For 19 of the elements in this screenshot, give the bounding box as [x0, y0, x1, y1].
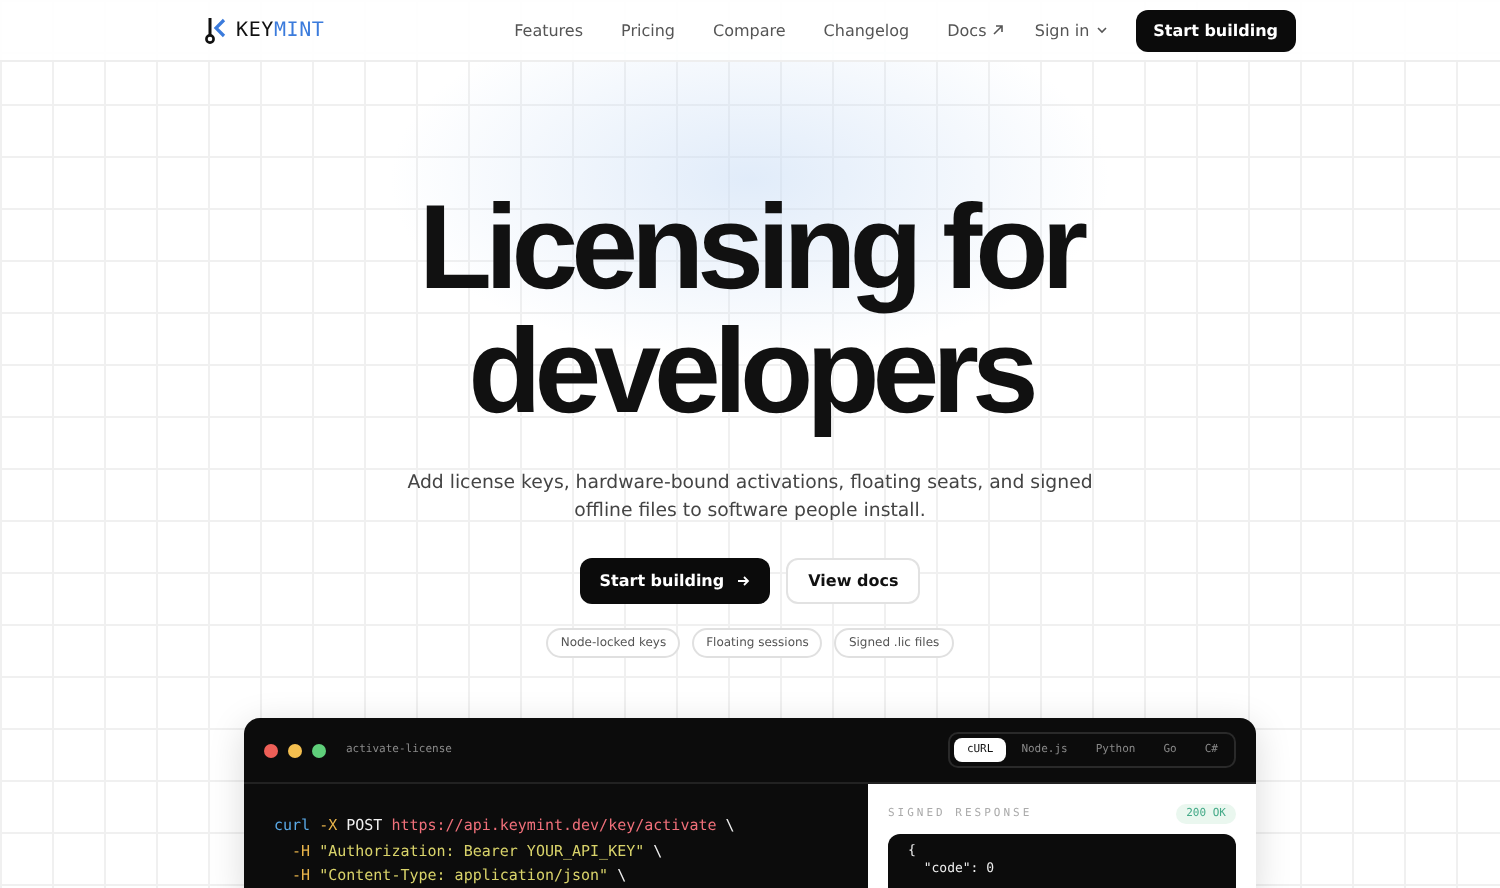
hero-subtitle: Add license keys, hardware-bound activations, floating seats, and signed offline files to software people install.	[405, 470, 1095, 526]
nav-link[interactable]: Docs	[947, 21, 1005, 39]
nav-link[interactable]: Changelog	[823, 21, 910, 39]
arrow-right-icon	[736, 574, 751, 588]
nav-link[interactable]: Pricing	[621, 21, 675, 39]
window-dot-icon	[264, 743, 278, 757]
hero-title: Licensing for developers	[418, 186, 1082, 434]
nav-link[interactable]: Features	[514, 21, 584, 39]
chevron-down-icon	[1095, 26, 1108, 34]
logo-icon	[204, 16, 226, 44]
brand-name[interactable]: KEYMINT	[236, 19, 325, 41]
external-arrow-icon	[992, 24, 1005, 36]
start-building-button[interactable]: Start building	[1135, 9, 1296, 51]
window-dot-icon	[312, 743, 326, 757]
window-dot-icon	[288, 743, 302, 757]
view-docs-button[interactable]: View docs	[786, 558, 921, 604]
nav-link[interactable]: Compare	[712, 21, 786, 39]
sign-in-link[interactable]: Sign in	[1034, 21, 1108, 39]
start-building-button[interactable]: Start building	[579, 558, 771, 604]
